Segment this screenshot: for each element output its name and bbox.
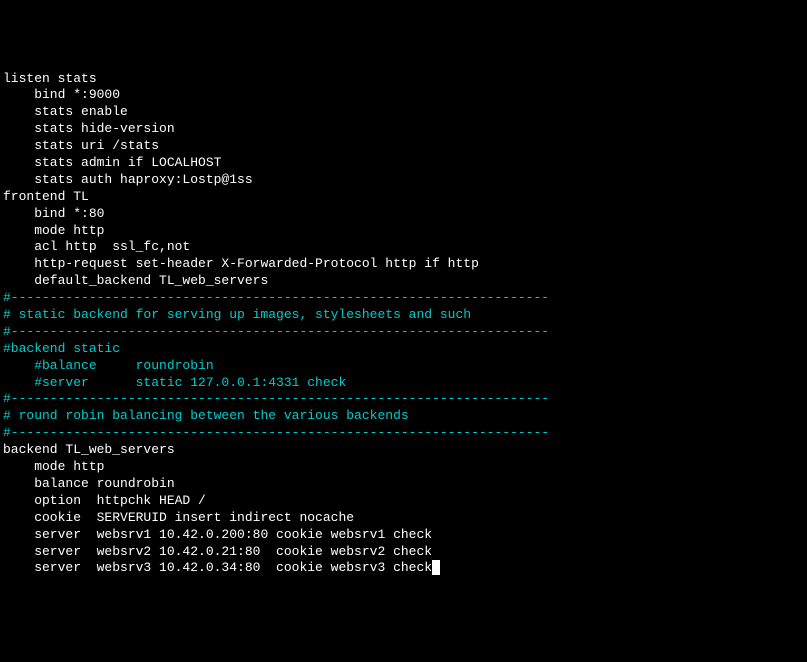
terminal-line: option httpchk HEAD / (3, 493, 804, 510)
terminal-line: backend TL_web_servers (3, 442, 804, 459)
terminal-line: bind *:9000 (3, 87, 804, 104)
terminal-line: server websrv3 10.42.0.34:80 cookie webs… (3, 560, 804, 577)
terminal-line: stats uri /stats (3, 138, 804, 155)
terminal-line: listen stats (3, 71, 804, 88)
terminal-line: server websrv1 10.42.0.200:80 cookie web… (3, 527, 804, 544)
terminal-line: #---------------------------------------… (3, 425, 804, 442)
terminal-line: stats admin if LOCALHOST (3, 155, 804, 172)
terminal-line: balance roundrobin (3, 476, 804, 493)
terminal-line: frontend TL (3, 189, 804, 206)
terminal-line: #---------------------------------------… (3, 391, 804, 408)
terminal-line: cookie SERVERUID insert indirect nocache (3, 510, 804, 527)
terminal-line: http-request set-header X-Forwarded-Prot… (3, 256, 804, 273)
terminal-line: bind *:80 (3, 206, 804, 223)
cursor-icon (432, 560, 440, 575)
terminal-line: stats enable (3, 104, 804, 121)
terminal-line: default_backend TL_web_servers (3, 273, 804, 290)
terminal-line: stats hide-version (3, 121, 804, 138)
terminal-line: mode http (3, 223, 804, 240)
terminal-line: #balance roundrobin (3, 358, 804, 375)
terminal-line: #backend static (3, 341, 804, 358)
terminal-line: # static backend for serving up images, … (3, 307, 804, 324)
terminal-line: #---------------------------------------… (3, 290, 804, 307)
terminal-line: stats auth haproxy:Lostp@1ss (3, 172, 804, 189)
terminal-line: server websrv2 10.42.0.21:80 cookie webs… (3, 544, 804, 561)
terminal-line: acl http ssl_fc,not (3, 239, 804, 256)
terminal-output[interactable]: listen stats bind *:9000 stats enable st… (3, 71, 804, 578)
terminal-line: #server static 127.0.0.1:4331 check (3, 375, 804, 392)
terminal-line: mode http (3, 459, 804, 476)
terminal-line: # round robin balancing between the vari… (3, 408, 804, 425)
terminal-line: #---------------------------------------… (3, 324, 804, 341)
